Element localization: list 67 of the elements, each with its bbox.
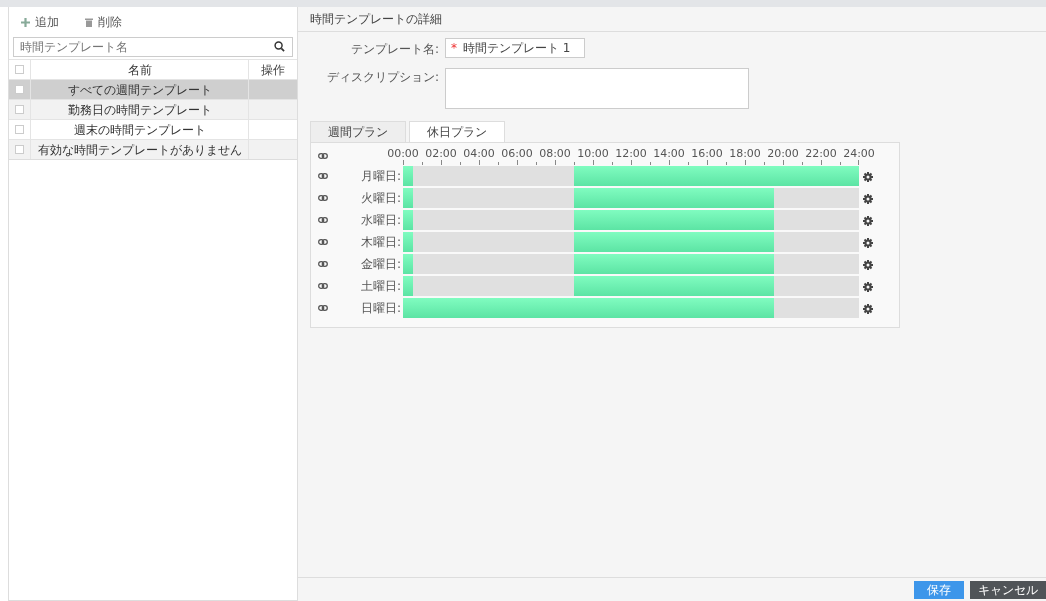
settings-icon[interactable] — [863, 171, 873, 182]
link-icon[interactable] — [318, 153, 328, 159]
tab[interactable]: 週間プラン — [310, 121, 406, 142]
table-row[interactable]: 勤務日の時間テンプレート — [9, 99, 297, 119]
checkbox[interactable] — [15, 85, 24, 94]
hour-label: 12:00 — [615, 146, 647, 162]
day-label: 水曜日: — [359, 212, 402, 229]
link-icon[interactable] — [318, 261, 328, 267]
hour-label: 04:00 — [463, 146, 495, 162]
checkbox[interactable] — [15, 65, 24, 74]
link-icon[interactable] — [318, 173, 328, 179]
hour-label: 00:00 — [387, 146, 419, 162]
description-field[interactable] — [445, 68, 749, 109]
table-row[interactable]: すべての週間テンプレート — [9, 79, 297, 99]
name-field[interactable]: * 時間テンプレート 1 — [445, 38, 585, 58]
time-track[interactable] — [403, 210, 859, 230]
hour-label: 22:00 — [805, 146, 837, 162]
search-field[interactable]: 時間テンプレート名 — [13, 37, 293, 57]
day-label: 火曜日: — [359, 190, 402, 207]
time-track[interactable] — [403, 276, 859, 296]
plus-icon — [21, 17, 30, 27]
field-value: 時間テンプレート 1 — [463, 40, 571, 57]
hour-label: 16:00 — [691, 146, 723, 162]
settings-icon[interactable] — [863, 259, 873, 270]
settings-icon[interactable] — [863, 281, 873, 292]
trash-icon — [85, 17, 93, 27]
time-track[interactable] — [403, 232, 859, 252]
day-label: 木曜日: — [359, 234, 402, 251]
hour-label: 08:00 — [539, 146, 571, 162]
day-label: 日曜日: — [359, 300, 402, 317]
hour-label: 18:00 — [729, 146, 761, 162]
settings-icon[interactable] — [863, 303, 873, 314]
settings-icon[interactable] — [863, 215, 873, 226]
tab[interactable]: 休日プラン — [409, 121, 505, 142]
settings-icon[interactable] — [863, 193, 873, 204]
delete-button[interactable]: 削除 — [85, 13, 122, 31]
settings-icon[interactable] — [863, 237, 873, 248]
field-label: ディスクリプション: — [325, 69, 440, 86]
time-track[interactable] — [403, 188, 859, 208]
column-header: 操作 — [260, 61, 286, 79]
hour-label: 06:00 — [501, 146, 533, 162]
required-mark: * — [451, 40, 457, 57]
search-icon — [274, 41, 285, 52]
day-label: 金曜日: — [359, 256, 402, 273]
day-label: 月曜日: — [359, 168, 402, 185]
link-icon[interactable] — [318, 195, 328, 201]
time-track[interactable] — [403, 166, 859, 186]
field-label: テンプレート名: — [349, 41, 440, 58]
link-icon[interactable] — [318, 305, 328, 311]
day-label: 土曜日: — [359, 278, 402, 295]
hour-label: 24:00 — [843, 146, 875, 162]
cancel-button[interactable]: キャンセル — [970, 580, 1046, 599]
add-button[interactable]: 追加 — [21, 13, 59, 31]
link-icon[interactable] — [318, 239, 328, 245]
checkbox[interactable] — [15, 145, 24, 154]
hour-label: 14:00 — [653, 146, 685, 162]
hour-label: 02:00 — [425, 146, 457, 162]
link-icon[interactable] — [318, 283, 328, 289]
table-row[interactable]: 有効な時間テンプレートがありません — [9, 139, 297, 159]
link-icon[interactable] — [318, 217, 328, 223]
checkbox[interactable] — [15, 125, 24, 134]
time-track[interactable] — [403, 254, 859, 274]
checkbox[interactable] — [15, 105, 24, 114]
hour-label: 20:00 — [767, 146, 799, 162]
hour-label: 10:00 — [577, 146, 609, 162]
time-track[interactable] — [403, 298, 859, 318]
panel-title: 時間テンプレートの詳細 — [310, 11, 442, 28]
